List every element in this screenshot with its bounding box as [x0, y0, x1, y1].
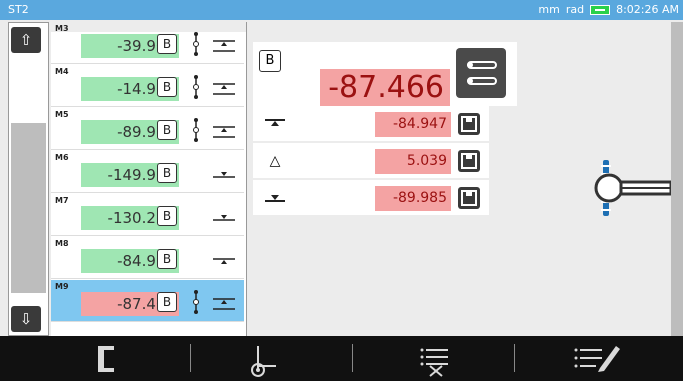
- b-badge[interactable]: B: [157, 292, 177, 312]
- list-edit-button[interactable]: [532, 336, 668, 381]
- scroll-track[interactable]: [11, 59, 46, 297]
- probe-origin-icon: [251, 346, 276, 377]
- arrow-down-icon[interactable]: ⇩: [11, 306, 41, 332]
- b-badge[interactable]: B: [157, 249, 177, 269]
- measurement-label: M9: [55, 282, 69, 291]
- tolerance-icon: [213, 172, 235, 178]
- measurement-row[interactable]: M6 -149.958 B: [51, 151, 244, 193]
- right-edge: [671, 22, 683, 336]
- measurement-row[interactable]: M8 -84.952 B: [51, 237, 244, 279]
- arrow-up-icon[interactable]: ⇧: [11, 27, 41, 53]
- measurement-row[interactable]: M5 -89.979 B: [51, 108, 244, 150]
- delta-icon: △: [269, 153, 281, 169]
- measurement-label: M5: [55, 110, 69, 119]
- bracket-icon: [98, 346, 114, 372]
- list-clear-button[interactable]: [362, 336, 498, 381]
- measurement-label: M3: [55, 24, 69, 33]
- toolbar-separator: [352, 344, 353, 372]
- tolerance-icon: [213, 126, 235, 138]
- list-clear-icon: [420, 348, 448, 377]
- measurement-row[interactable]: M4 -14.975 B: [51, 65, 244, 107]
- lower-limit-icon: [263, 188, 287, 208]
- battery-icon: [590, 4, 611, 15]
- link-dots-icon: [193, 290, 199, 314]
- b-badge[interactable]: B: [157, 34, 177, 54]
- b-badge[interactable]: B: [157, 206, 177, 226]
- bracket-button[interactable]: [40, 336, 176, 381]
- link-dots-icon: [193, 75, 199, 99]
- b-badge[interactable]: B: [157, 163, 177, 183]
- tolerance-icon: [213, 40, 235, 52]
- measurement-label: M6: [55, 153, 69, 162]
- upper-limit-row: -84.947: [253, 106, 489, 143]
- b-badge[interactable]: B: [157, 77, 177, 97]
- selected-value: -87.466: [320, 69, 450, 106]
- detail-panel: B -87.466: [253, 42, 517, 106]
- link-dots-icon: [193, 118, 199, 142]
- deviation-list: -84.947 △ 5.039 -89.985: [253, 106, 489, 217]
- status-right: mm rad 8:02:26 AM: [538, 3, 679, 16]
- save-icon[interactable]: [458, 113, 480, 135]
- length-units: mm: [538, 3, 560, 16]
- tolerance-icon: [213, 83, 235, 95]
- list-edit-icon: [574, 346, 620, 372]
- probe-menu-button[interactable]: [456, 48, 506, 98]
- tolerance-icon: [213, 215, 235, 221]
- measurement-row[interactable]: M9 -87.466 B: [51, 280, 244, 322]
- measurement-list: M3 -39.967 B M4 -14.975 B M5 -89.979 B M6 -149.958…: [51, 24, 246, 336]
- list-scrollbar[interactable]: ⇧ ⇩: [8, 22, 49, 336]
- tolerance-icon: [213, 298, 235, 310]
- upper-limit-value: -84.947: [375, 112, 451, 137]
- lower-limit-row: -89.985: [253, 180, 489, 217]
- clock: 8:02:26 AM: [616, 3, 679, 16]
- status-bar: ST2 mm rad 8:02:26 AM: [0, 0, 683, 20]
- measurement-label: M8: [55, 239, 69, 248]
- angle-units: rad: [565, 3, 585, 16]
- delta-row: △ 5.039: [253, 143, 489, 180]
- probe-icon: [587, 158, 673, 218]
- measurement-row[interactable]: M3 -39.967 B: [51, 22, 244, 64]
- lower-limit-value: -89.985: [375, 186, 451, 211]
- scroll-thumb[interactable]: [11, 123, 46, 293]
- measurement-row[interactable]: M7 -130.272 B: [51, 194, 244, 236]
- bottom-toolbar: [0, 336, 683, 381]
- toolbar-separator: [514, 344, 515, 372]
- save-icon[interactable]: [458, 150, 480, 172]
- probe-origin-button[interactable]: [192, 336, 328, 381]
- station-title: ST2: [8, 3, 29, 16]
- save-icon[interactable]: [458, 187, 480, 209]
- measurement-label: M4: [55, 67, 69, 76]
- measurement-label: M7: [55, 196, 69, 205]
- b-badge[interactable]: B: [259, 50, 281, 72]
- divider: [246, 22, 247, 336]
- probe-menu-icon: [467, 61, 497, 85]
- delta-value: 5.039: [375, 149, 451, 174]
- b-badge[interactable]: B: [157, 120, 177, 140]
- tolerance-icon: [213, 258, 235, 264]
- upper-limit-icon: [263, 114, 287, 134]
- toolbar-separator: [190, 344, 191, 372]
- link-dots-icon: [193, 32, 199, 56]
